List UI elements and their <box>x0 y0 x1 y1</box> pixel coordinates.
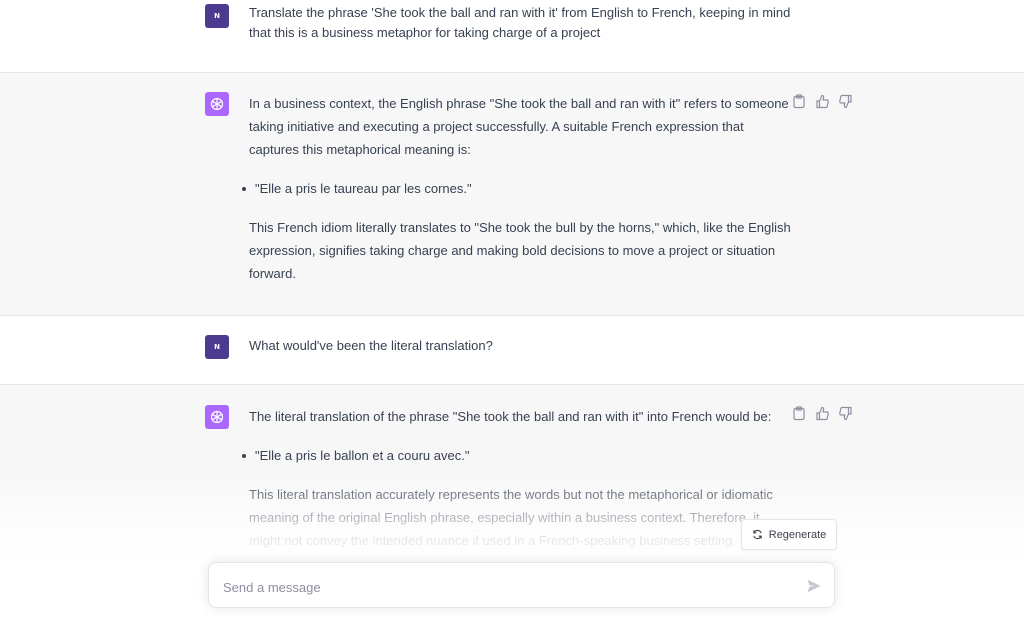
user-avatar-icon: N <box>205 4 229 28</box>
message-composer <box>208 562 835 608</box>
user-message-text: What would've been the literal translati… <box>249 334 794 357</box>
message-actions <box>792 94 853 109</box>
send-icon[interactable] <box>806 578 822 594</box>
regenerate-button[interactable]: Regenerate <box>741 519 837 550</box>
user-message-text: Translate the phrase 'She took the ball … <box>249 3 794 43</box>
refresh-icon <box>752 529 763 540</box>
user-message-row: N Translate the phrase 'She took the bal… <box>0 0 1024 72</box>
message-paragraph: Translate the phrase 'She took the ball … <box>249 5 791 40</box>
thumbs-up-icon[interactable] <box>815 406 830 421</box>
message-input[interactable] <box>221 575 785 599</box>
message-paragraph: What would've been the literal translati… <box>249 338 493 353</box>
openai-logo-icon <box>205 405 229 429</box>
bullet-item: "Elle a pris le ballon et a couru avec." <box>242 444 794 467</box>
thumbs-down-icon[interactable] <box>838 94 853 109</box>
message-paragraph: This French idiom literally translates t… <box>249 220 791 281</box>
thumbs-up-icon[interactable] <box>815 94 830 109</box>
message-paragraph: This literal translation accurately repr… <box>249 487 773 548</box>
clipboard-icon[interactable] <box>792 94 807 109</box>
assistant-message-text: The literal translation of the phrase "S… <box>242 405 794 552</box>
regenerate-label: Regenerate <box>768 528 827 541</box>
assistant-message-row: In a business context, the English phras… <box>0 73 1024 315</box>
user-message-row: N What would've been the literal transla… <box>0 316 1024 384</box>
message-actions <box>792 406 853 421</box>
clipboard-icon[interactable] <box>792 406 807 421</box>
message-paragraph: In a business context, the English phras… <box>249 96 789 157</box>
message-paragraph: The literal translation of the phrase "S… <box>249 409 772 424</box>
thumbs-down-icon[interactable] <box>838 406 853 421</box>
bullet-item: "Elle a pris le taureau par les cornes." <box>242 177 794 200</box>
assistant-message-text: In a business context, the English phras… <box>242 92 794 285</box>
openai-logo-icon <box>205 92 229 116</box>
user-avatar-icon: N <box>205 335 229 359</box>
